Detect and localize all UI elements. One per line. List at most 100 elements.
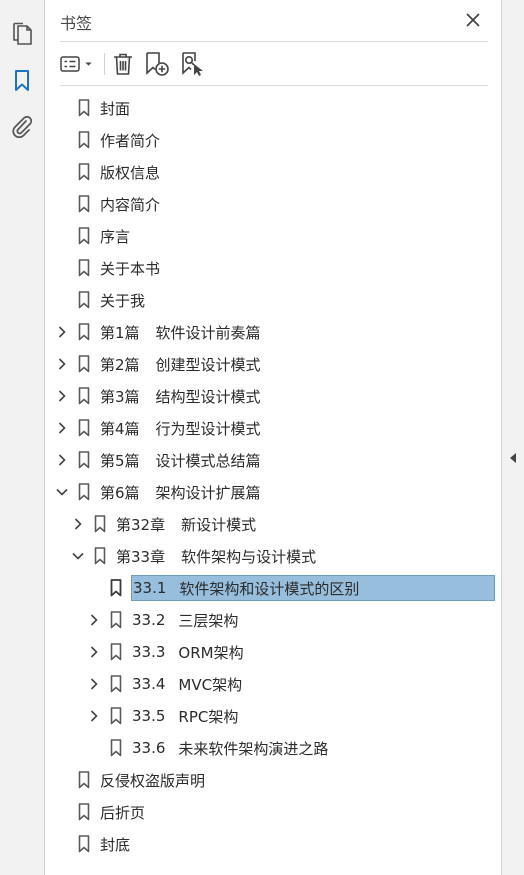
bookmark-icon bbox=[110, 707, 122, 725]
bookmark-label: 作者简介 bbox=[100, 131, 161, 150]
bookmark-item[interactable]: 序言 bbox=[45, 220, 501, 252]
bookmark-item[interactable]: 反侵权盗版声明 bbox=[45, 764, 501, 796]
bookmark-item[interactable]: 33.6 未来软件架构演进之路 bbox=[45, 732, 501, 764]
bookmark-icon bbox=[78, 835, 90, 853]
add-bookmark-icon bbox=[146, 52, 169, 76]
bookmark-label: 33.6 未来软件架构演进之路 bbox=[132, 739, 329, 758]
bookmark-item[interactable]: 封面 bbox=[45, 92, 501, 124]
new-bookmark-button[interactable] bbox=[144, 49, 170, 79]
bookmark-icon bbox=[78, 163, 90, 181]
bookmark-label: 封面 bbox=[100, 99, 131, 118]
bookmark-item[interactable]: 版权信息 bbox=[45, 156, 501, 188]
bookmark-label: 33.5 RPC架构 bbox=[132, 707, 239, 726]
panel-title: 书签 bbox=[60, 14, 93, 33]
bookmark-label: 第5篇 设计模式总结篇 bbox=[100, 451, 261, 470]
bookmark-icon bbox=[110, 739, 122, 757]
chevron-right-icon[interactable] bbox=[87, 612, 101, 628]
chevron-down-icon[interactable] bbox=[55, 484, 69, 500]
bookmark-item-collapsed[interactable]: 第32章 新设计模式 bbox=[45, 508, 501, 540]
pages-icon[interactable] bbox=[9, 21, 35, 47]
bookmark-item-selected[interactable]: 33.1 软件架构和设计模式的区别 bbox=[45, 572, 501, 604]
chevron-right-icon[interactable] bbox=[55, 452, 69, 468]
bookmark-item-collapsed[interactable]: 第4篇 行为型设计模式 bbox=[45, 412, 501, 444]
bookmark-item-collapsed[interactable]: 33.5 RPC架构 bbox=[45, 700, 501, 732]
bookmark-label: 关于我 bbox=[100, 291, 146, 310]
bookmark-toolbar bbox=[45, 44, 501, 84]
bookmark-label: 封底 bbox=[100, 835, 131, 854]
bookmark-icon bbox=[78, 483, 90, 501]
bookmark-icon bbox=[78, 323, 90, 341]
bookmark-label: 33.3 ORM架构 bbox=[132, 643, 244, 662]
chevron-right-icon[interactable] bbox=[55, 324, 69, 340]
bookmark-item[interactable]: 后折页 bbox=[45, 796, 501, 828]
options-menu-button[interactable] bbox=[59, 49, 97, 79]
bookmark-label: 第2篇 创建型设计模式 bbox=[100, 355, 261, 374]
bookmark-item[interactable]: 作者简介 bbox=[45, 124, 501, 156]
bookmark-icon[interactable] bbox=[9, 68, 35, 94]
bookmark-item[interactable]: 关于我 bbox=[45, 284, 501, 316]
bookmark-label: 33.2 三层架构 bbox=[132, 611, 239, 630]
bookmark-icon bbox=[78, 291, 90, 309]
bookmark-icon bbox=[78, 131, 90, 149]
chevron-down-icon[interactable] bbox=[71, 548, 85, 564]
bookmark-label: 序言 bbox=[100, 227, 131, 246]
bookmark-item[interactable]: 封底 bbox=[45, 828, 501, 860]
bookmark-label: 第33章 软件架构与设计模式 bbox=[116, 547, 317, 566]
chevron-right-icon[interactable] bbox=[87, 676, 101, 692]
search-bookmark-icon bbox=[182, 52, 203, 76]
chevron-right-icon[interactable] bbox=[55, 420, 69, 436]
bookmark-item-collapsed[interactable]: 33.4 MVC架构 bbox=[45, 668, 501, 700]
bookmark-label: 反侵权盗版声明 bbox=[100, 771, 206, 790]
bookmark-icon bbox=[78, 387, 90, 405]
bookmark-label: 33.1 软件架构和设计模式的区别 bbox=[131, 575, 495, 601]
bookmark-icon bbox=[78, 259, 90, 277]
bookmark-label: 版权信息 bbox=[100, 163, 161, 182]
bookmark-item-expanded[interactable]: 第33章 软件架构与设计模式 bbox=[45, 540, 501, 572]
toolbar-divider-line bbox=[60, 85, 488, 86]
bookmark-icon bbox=[94, 547, 106, 565]
bookmark-icon bbox=[78, 355, 90, 373]
bookmark-item-collapsed[interactable]: 第2篇 创建型设计模式 bbox=[45, 348, 501, 380]
bookmark-label: 第1篇 软件设计前奏篇 bbox=[100, 323, 261, 342]
bookmark-item-collapsed[interactable]: 第1篇 软件设计前奏篇 bbox=[45, 316, 501, 348]
bookmark-label: 关于本书 bbox=[100, 259, 161, 278]
attachment-icon[interactable] bbox=[9, 113, 35, 139]
right-splitter[interactable] bbox=[501, 0, 524, 875]
chevron-right-icon[interactable] bbox=[55, 388, 69, 404]
bookmark-icon bbox=[78, 99, 90, 117]
bookmark-label: 后折页 bbox=[100, 803, 146, 822]
bookmark-label: 第32章 新设计模式 bbox=[116, 515, 257, 534]
collapse-arrow-icon[interactable] bbox=[507, 450, 519, 466]
bookmark-icon bbox=[110, 675, 122, 693]
bookmark-icon bbox=[94, 515, 106, 533]
bookmark-icon bbox=[78, 227, 90, 245]
trash-icon bbox=[114, 53, 132, 75]
bookmark-icon bbox=[110, 611, 122, 629]
bookmark-item-collapsed[interactable]: 33.3 ORM架构 bbox=[45, 636, 501, 668]
bookmark-icon bbox=[78, 451, 90, 469]
chevron-right-icon[interactable] bbox=[87, 644, 101, 660]
chevron-right-icon[interactable] bbox=[87, 708, 101, 724]
bookmark-item[interactable]: 关于本书 bbox=[45, 252, 501, 284]
close-icon[interactable] bbox=[463, 10, 483, 30]
toolbar-divider bbox=[104, 53, 105, 75]
chevron-right-icon[interactable] bbox=[55, 356, 69, 372]
bookmark-item[interactable]: 内容简介 bbox=[45, 188, 501, 220]
bookmark-label: 第4篇 行为型设计模式 bbox=[100, 419, 261, 438]
delete-bookmark-button[interactable] bbox=[111, 49, 135, 79]
bookmark-icon bbox=[78, 195, 90, 213]
bookmark-item-collapsed[interactable]: 第3篇 结构型设计模式 bbox=[45, 380, 501, 412]
bookmark-label: 第6篇 架构设计扩展篇 bbox=[100, 483, 261, 502]
bookmarks-panel: 书签 封面 作者简介 版权信息 内容简介 序言 关于本书 关于我 第1篇 软件设… bbox=[45, 0, 501, 875]
bookmark-icon bbox=[78, 419, 90, 437]
chevron-right-icon[interactable] bbox=[71, 516, 85, 532]
bookmark-item-expanded[interactable]: 第6篇 架构设计扩展篇 bbox=[45, 476, 501, 508]
bookmark-icon bbox=[78, 771, 90, 789]
bookmark-item-collapsed[interactable]: 第5篇 设计模式总结篇 bbox=[45, 444, 501, 476]
bookmark-label: 33.4 MVC架构 bbox=[132, 675, 243, 694]
header-divider bbox=[60, 41, 488, 42]
find-bookmark-button[interactable] bbox=[179, 49, 205, 79]
bookmark-icon bbox=[110, 643, 122, 661]
bookmark-item-collapsed[interactable]: 33.2 三层架构 bbox=[45, 604, 501, 636]
bookmark-label: 第3篇 结构型设计模式 bbox=[100, 387, 261, 406]
